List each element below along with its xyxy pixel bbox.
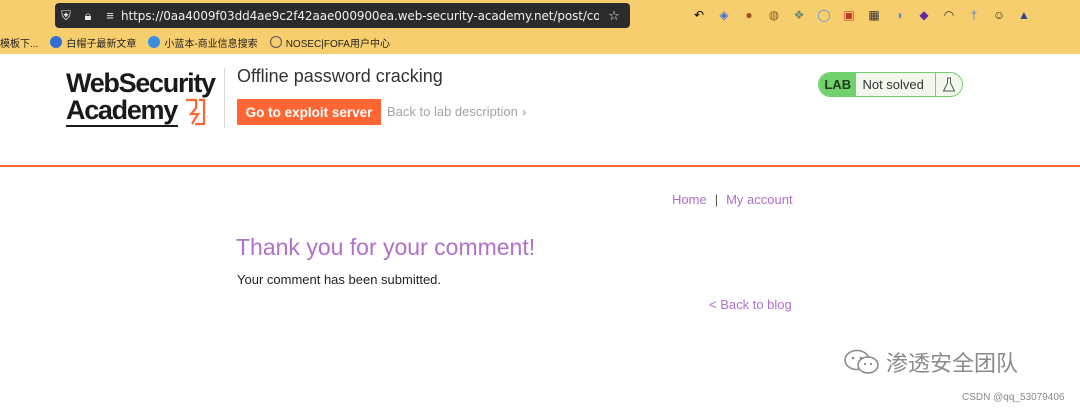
extension-icons: ↶ ◈ ● ◍ ❖ ◯ ▣ ▦ ◑ ◆ ◠ † ☺ ▲ xyxy=(690,6,1033,24)
header-divider xyxy=(224,68,225,128)
double-chevron-right-icon: ›› xyxy=(521,105,527,119)
back-arrow-icon[interactable]: ↶ xyxy=(690,6,708,24)
logo-line1: WebSecurity xyxy=(66,68,216,98)
watermark-text: 渗透安全团队 xyxy=(886,351,1019,376)
pin-icon[interactable]: † xyxy=(965,6,983,24)
shield-ext-icon[interactable]: ◈ xyxy=(715,6,733,24)
bookmark-item[interactable]: 白帽子最新文章 xyxy=(50,35,136,50)
bookmark-item[interactable]: 模板下... xyxy=(0,35,38,50)
grid-icon[interactable]: ▦ xyxy=(865,6,883,24)
lab-status-widget: LAB Not solved xyxy=(818,72,963,97)
bookmark-item[interactable]: NOSEC|FOFA用户中心 xyxy=(269,35,390,50)
bookmarks-bar: 模板下... 白帽子最新文章 小蓝本-商业信息搜索 NOSEC|FOFA用户中心 xyxy=(0,32,402,52)
nav-separator: | xyxy=(714,192,719,207)
back-to-blog-link[interactable]: < Back to blog xyxy=(709,297,792,312)
puzzle-icon[interactable]: ❖ xyxy=(790,6,808,24)
bookmark-favicon-icon xyxy=(148,36,161,48)
cookie-icon[interactable]: ◍ xyxy=(765,6,783,24)
lab-title: Offline password cracking xyxy=(237,66,443,86)
csdn-watermark: CSDN @qq_53079406 xyxy=(962,392,1065,403)
wechat-watermark: 渗透安全团队 xyxy=(842,346,1018,378)
go-to-exploit-server-button[interactable]: Go to exploit server xyxy=(237,99,381,125)
palette-icon[interactable]: ● xyxy=(740,6,758,24)
toggle-icon[interactable]: ◑ xyxy=(890,6,908,24)
header-rule xyxy=(0,165,1080,167)
hat-icon[interactable]: ◠ xyxy=(940,6,958,24)
logo-underline xyxy=(66,125,178,127)
logo-bolt-icon xyxy=(186,98,206,126)
page-heading: Thank you for your comment! xyxy=(236,234,536,260)
top-navigation: Home | My account xyxy=(672,192,793,207)
url-text[interactable]: https://0aa4009f03dd4ae9c2f42aae000900ea… xyxy=(121,9,599,23)
bookmark-star-icon[interactable]: ☆ xyxy=(603,5,625,27)
square-ext-icon[interactable]: ▣ xyxy=(840,6,858,24)
my-account-link[interactable]: My account xyxy=(726,192,792,207)
logo-line2: Academy xyxy=(66,95,178,125)
address-bar[interactable]: ⛨ 🔒︎ ≡ https://0aa4009f03dd4ae9c2f42aae0… xyxy=(55,3,630,28)
web-security-academy-logo[interactable]: WebSecurity Academy xyxy=(66,70,226,130)
wechat-icon xyxy=(844,349,879,374)
diamond-icon[interactable]: ◆ xyxy=(915,6,933,24)
bookmark-item[interactable]: 小蓝本-商业信息搜索 xyxy=(148,35,258,50)
circle-icon[interactable]: ◯ xyxy=(815,6,833,24)
person-icon[interactable]: ☺ xyxy=(990,6,1008,24)
confirmation-message: Your comment has been submitted. xyxy=(237,272,442,287)
warning-icon[interactable]: ▲ xyxy=(1015,6,1033,24)
site-settings-icon[interactable]: ≡ xyxy=(99,5,121,27)
shield-icon[interactable]: ⛨ xyxy=(55,5,77,27)
browser-toolbar: ⛨ 🔒︎ ≡ https://0aa4009f03dd4ae9c2f42aae0… xyxy=(0,0,1080,54)
flask-icon xyxy=(936,73,962,96)
back-to-lab-description-link[interactable]: Back to lab description ›› xyxy=(387,104,527,119)
lock-icon[interactable]: 🔒︎ xyxy=(77,5,99,27)
globe-icon xyxy=(269,36,282,48)
back-to-lab-description-label: Back to lab description xyxy=(387,104,518,119)
bookmark-favicon-icon xyxy=(50,36,63,48)
lab-status-text: Not solved xyxy=(862,77,924,92)
lab-badge: LAB xyxy=(819,73,857,96)
home-link[interactable]: Home xyxy=(672,192,707,207)
